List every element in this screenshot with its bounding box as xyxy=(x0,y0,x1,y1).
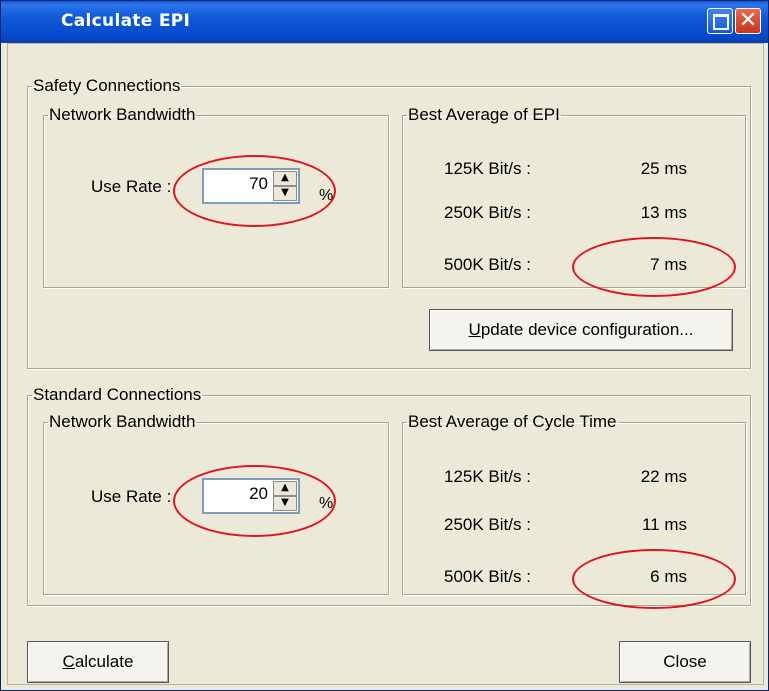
close-button-label: Close xyxy=(663,652,707,671)
safety-connections-label: Safety Connections xyxy=(33,76,181,95)
update-device-configuration-button[interactable]: Update device configuration... xyxy=(429,309,733,351)
best-average-cycle-time-label: Best Average of Cycle Time xyxy=(408,412,617,431)
safety-network-bandwidth-label: Network Bandwidth xyxy=(49,105,196,124)
epi-rate-label: 125K Bit/s : xyxy=(444,159,531,178)
standard-use-rate-value: 20 xyxy=(249,484,268,503)
spin-up-icon: ▲ xyxy=(281,172,289,183)
maximize-button[interactable] xyxy=(707,8,733,34)
calculate-button-label: alculate xyxy=(74,652,134,671)
safety-use-rate-spinner[interactable]: 70 ▲ ▼ xyxy=(202,168,300,204)
update-mnemonic: U xyxy=(468,320,481,339)
epi-value: 25 ms xyxy=(640,159,687,178)
cycle-value: 22 ms xyxy=(640,467,687,486)
epi-rate-label: 250K Bit/s : xyxy=(444,203,531,222)
cycle-rate-label: 500K Bit/s : xyxy=(444,567,531,586)
standard-network-bandwidth-label: Network Bandwidth xyxy=(49,412,196,431)
spin-down-icon: ▼ xyxy=(281,497,289,508)
calculate-epi-dialog: Calculate EPI ✕ Safety Connections Netwo… xyxy=(0,0,769,691)
cycle-value: 6 ms xyxy=(650,567,687,586)
epi-rate-label: 500K Bit/s : xyxy=(444,255,531,274)
safety-use-rate-value: 70 xyxy=(249,174,268,193)
standard-percent-label: % xyxy=(319,495,334,512)
spin-down-button[interactable]: ▼ xyxy=(273,186,297,201)
calculate-mnemonic: C xyxy=(62,652,75,671)
standard-connections-label: Standard Connections xyxy=(33,385,202,404)
update-button-label: pdate device configuration... xyxy=(480,320,694,339)
calculate-button[interactable]: Calculate xyxy=(27,641,169,683)
spin-down-button[interactable]: ▼ xyxy=(273,496,297,511)
spin-down-icon: ▼ xyxy=(281,187,289,198)
safety-use-rate-label: Use Rate : xyxy=(91,177,172,196)
title-bar[interactable]: Calculate EPI ✕ xyxy=(1,1,768,43)
best-average-epi-label: Best Average of EPI xyxy=(408,105,560,124)
epi-value: 7 ms xyxy=(650,255,687,274)
close-button[interactable]: Close xyxy=(619,641,751,683)
spin-up-button[interactable]: ▲ xyxy=(273,481,297,496)
epi-value: 13 ms xyxy=(640,203,687,222)
cycle-value: 11 ms xyxy=(641,515,687,534)
close-window-button[interactable]: ✕ xyxy=(735,8,761,34)
spin-up-button[interactable]: ▲ xyxy=(273,171,297,186)
standard-use-rate-label: Use Rate : xyxy=(91,487,172,506)
spin-up-icon: ▲ xyxy=(281,482,289,493)
window-title: Calculate EPI xyxy=(61,11,191,31)
close-icon: ✕ xyxy=(738,8,758,33)
safety-percent-label: % xyxy=(319,187,334,204)
cycle-rate-label: 125K Bit/s : xyxy=(444,467,531,486)
maximize-icon xyxy=(713,14,729,30)
cycle-rate-label: 250K Bit/s : xyxy=(444,515,531,534)
standard-use-rate-spinner[interactable]: 20 ▲ ▼ xyxy=(202,478,300,514)
